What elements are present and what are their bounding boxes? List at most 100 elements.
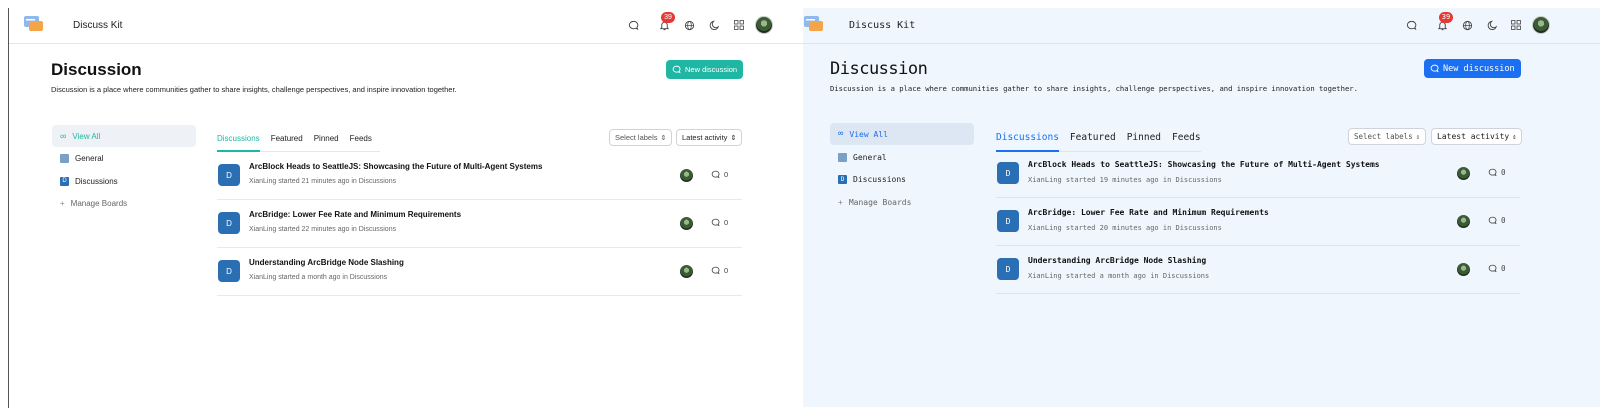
board-icon	[60, 153, 69, 163]
participant-avatar[interactable]	[680, 265, 693, 278]
tab-feeds[interactable]: Feeds	[1172, 132, 1201, 143]
discussion-list: D ArcBlock Heads to SeattleJS: Showcasin…	[996, 150, 1520, 294]
comment-count-value: 0	[724, 266, 729, 275]
participant-avatar[interactable]	[680, 169, 693, 182]
chevron-updown-icon: ⇕	[1415, 132, 1420, 141]
notification-count-badge: 39	[1439, 12, 1453, 23]
apps-grid-icon[interactable]	[1508, 17, 1524, 33]
comment-icon	[711, 218, 720, 227]
discussion-meta: XianLing started a month ago in Discussi…	[1028, 272, 1210, 280]
board-avatar: D	[218, 164, 240, 186]
board-avatar: D	[218, 260, 240, 282]
page-title: Discussion	[830, 59, 928, 79]
notification-bell-icon[interactable]: 39	[1434, 12, 1453, 33]
labels-select[interactable]: Select labels ⇕	[609, 129, 673, 146]
page-description: Discussion is a place where communities …	[830, 84, 1358, 93]
sidebar-item-label: General	[853, 152, 887, 162]
top-header: Discuss Kit 39	[9, 8, 803, 44]
chat-bubble-icon[interactable]	[1403, 17, 1419, 33]
tab-pinned[interactable]: Pinned	[1127, 132, 1161, 143]
sidebar-item-discussions[interactable]: D Discussions	[52, 170, 196, 192]
tab-featured[interactable]: Featured	[1070, 132, 1116, 143]
board-avatar: D	[997, 162, 1019, 184]
labels-select-placeholder: Select labels	[615, 133, 658, 142]
participant-avatar[interactable]	[1457, 263, 1470, 276]
sidebar-item-view-all[interactable]: ∞ View All	[830, 123, 974, 145]
discussion-meta: XianLing started 22 minutes ago in Discu…	[249, 226, 397, 233]
discussion-title[interactable]: ArcBlock Heads to SeattleJS: Showcasing …	[249, 162, 542, 171]
discussion-title[interactable]: Understanding ArcBridge Node Slashing	[249, 258, 404, 267]
chat-bubble-icon[interactable]	[625, 17, 641, 33]
brand-name[interactable]: Discuss Kit	[849, 20, 915, 31]
comment-count-value: 0	[1501, 264, 1506, 273]
infinity-icon: ∞	[838, 129, 844, 139]
light-theme-panel: Discuss Kit 39 Discussion Discussion is …	[9, 8, 803, 407]
new-discussion-button[interactable]: New discussion	[666, 60, 744, 79]
notification-count-badge: 39	[661, 12, 675, 23]
board-avatar: D	[218, 212, 240, 234]
tab-pinned[interactable]: Pinned	[314, 134, 339, 143]
board-avatar: D	[997, 258, 1019, 280]
discussion-meta: XianLing started 20 minutes ago in Discu…	[1028, 224, 1222, 232]
comment-count: 0	[1488, 168, 1506, 177]
tab-featured[interactable]: Featured	[271, 134, 303, 143]
discussion-meta: XianLing started a month ago in Discussi…	[249, 274, 388, 281]
sort-select[interactable]: Latest activity ⇕	[676, 129, 743, 146]
discussion-title[interactable]: ArcBlock Heads to SeattleJS: Showcasing …	[1028, 160, 1380, 169]
new-discussion-button[interactable]: New discussion	[1424, 59, 1521, 78]
tab-discussions[interactable]: Discussions	[996, 132, 1059, 152]
list-item[interactable]: D ArcBlock Heads to SeattleJS: Showcasin…	[996, 150, 1520, 198]
discussion-title[interactable]: Understanding ArcBridge Node Slashing	[1028, 256, 1206, 265]
sidebar-item-general[interactable]: General	[52, 147, 196, 169]
tab-bar: Discussions Featured Pinned Feeds	[217, 134, 380, 152]
chat-logo-icon[interactable]	[803, 14, 825, 34]
discussion-title[interactable]: ArcBridge: Lower Fee Rate and Minimum Re…	[249, 210, 461, 219]
page-description: Discussion is a place where communities …	[51, 85, 457, 94]
tab-bar: Discussions Featured Pinned Feeds	[996, 132, 1201, 152]
globe-icon[interactable]	[1459, 17, 1475, 33]
globe-icon[interactable]	[681, 17, 697, 33]
chat-plus-icon	[672, 65, 681, 74]
sort-select-value: Latest activity	[1437, 132, 1510, 141]
sidebar-item-label: View All	[72, 131, 101, 141]
board-d-icon: D	[838, 174, 847, 184]
comment-count: 0	[1488, 216, 1506, 225]
sidebar-item-discussions[interactable]: D Discussions	[830, 168, 974, 190]
sidebar-item-manage-boards[interactable]: + Manage Boards	[52, 192, 196, 214]
apps-grid-icon[interactable]	[731, 17, 747, 33]
sidebar-item-label: Discussions	[75, 176, 118, 186]
notification-bell-icon[interactable]: 39	[656, 12, 675, 33]
discussion-title[interactable]: ArcBridge: Lower Fee Rate and Minimum Re…	[1028, 208, 1269, 217]
list-item[interactable]: D Understanding ArcBridge Node Slashing …	[217, 248, 742, 296]
tab-discussions[interactable]: Discussions	[217, 134, 260, 152]
labels-select[interactable]: Select labels ⇕	[1348, 128, 1426, 145]
moon-icon[interactable]	[1484, 17, 1500, 33]
sidebar-item-label: View All	[849, 129, 888, 139]
participant-avatar[interactable]	[1457, 215, 1470, 228]
sort-select[interactable]: Latest activity ⇕	[1431, 128, 1523, 145]
new-discussion-label: New discussion	[1443, 63, 1515, 74]
page-title: Discussion	[51, 60, 142, 79]
tab-feeds[interactable]: Feeds	[350, 134, 372, 143]
comment-count-value: 0	[1501, 216, 1506, 225]
user-avatar[interactable]	[1532, 16, 1550, 34]
list-item[interactable]: D Understanding ArcBridge Node Slashing …	[996, 246, 1520, 294]
list-item[interactable]: D ArcBridge: Lower Fee Rate and Minimum …	[996, 198, 1520, 246]
chat-logo-icon[interactable]	[23, 14, 45, 34]
new-discussion-label: New discussion	[685, 65, 738, 74]
sidebar-item-general[interactable]: General	[830, 146, 974, 168]
moon-icon[interactable]	[706, 17, 722, 33]
brand-name[interactable]: Discuss Kit	[73, 20, 122, 31]
participant-avatar[interactable]	[1457, 167, 1470, 180]
list-item[interactable]: D ArcBlock Heads to SeattleJS: Showcasin…	[217, 152, 742, 200]
discussion-list: D ArcBlock Heads to SeattleJS: Showcasin…	[217, 152, 742, 296]
chevron-updown-icon: ⇕	[1512, 132, 1517, 141]
labels-select-placeholder: Select labels	[1354, 132, 1413, 141]
list-item[interactable]: D ArcBridge: Lower Fee Rate and Minimum …	[217, 200, 742, 248]
infinity-icon: ∞	[60, 131, 67, 141]
user-avatar[interactable]	[755, 16, 773, 34]
participant-avatar[interactable]	[680, 217, 693, 230]
sidebar-item-manage-boards[interactable]: + Manage Boards	[830, 191, 974, 213]
sidebar-item-view-all[interactable]: ∞ View All	[52, 125, 196, 147]
comment-count: 0	[1488, 264, 1506, 273]
